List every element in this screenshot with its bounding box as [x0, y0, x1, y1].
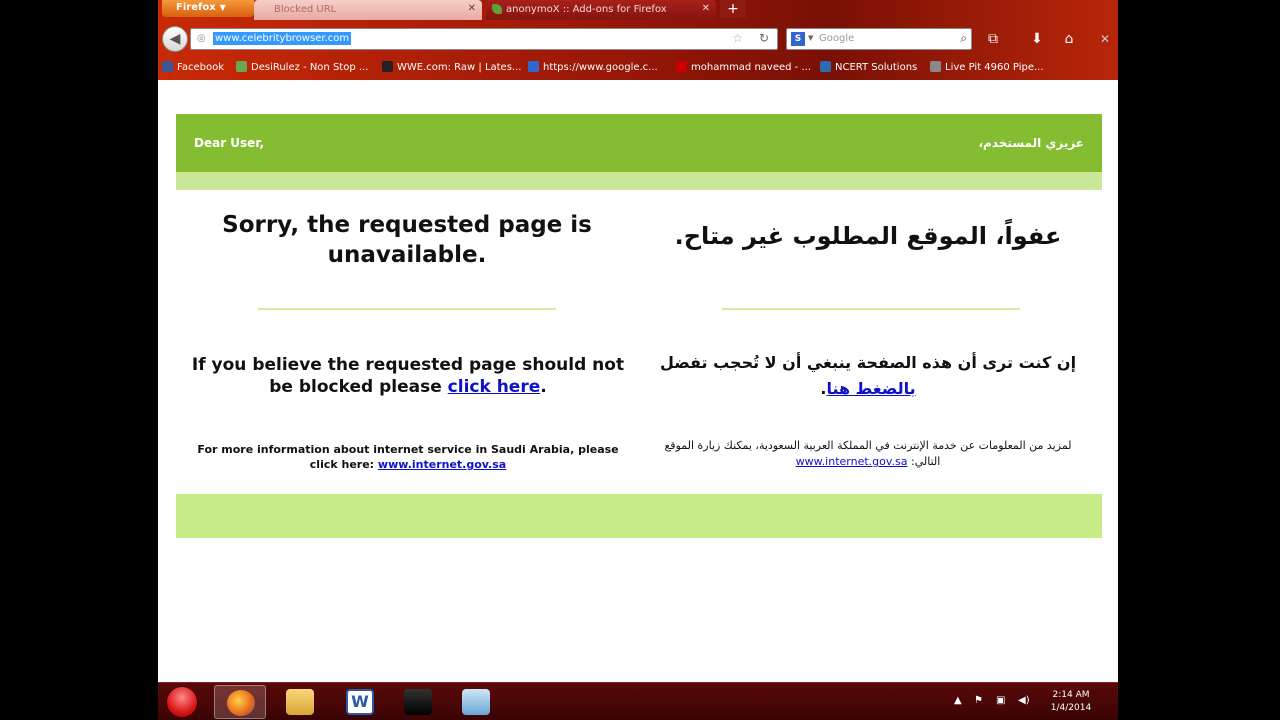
close-icon[interactable]: ✕ — [702, 3, 710, 14]
header-strip — [176, 172, 1102, 190]
screenshot-icon[interactable]: ⧉ — [982, 28, 1004, 50]
header-banner — [176, 114, 1102, 172]
clock-time: 2:14 AM — [1052, 690, 1090, 700]
tab-title: anonymoX :: Add-ons for Firefox — [506, 4, 667, 15]
unblock-request-english: If you believe the requested page should… — [191, 355, 625, 397]
browser-chrome: Firefox ▼ Blocked URL ✕ anonymoX :: Add-o… — [158, 0, 1118, 80]
browser-window: Firefox ▼ Blocked URL ✕ anonymoX :: Add-o… — [158, 0, 1118, 720]
back-arrow-icon: ◀ — [169, 31, 181, 47]
tab-anonymox[interactable]: anonymoX :: Add-ons for Firefox ✕ — [486, 0, 716, 20]
tab-bar: Firefox ▼ Blocked URL ✕ anonymoX :: Add-o… — [158, 0, 1118, 20]
action-center-flag-icon[interactable]: ⚑ — [974, 695, 983, 706]
bookmark-facebook[interactable]: Facebook — [162, 61, 224, 73]
info-english: For more information about internet serv… — [197, 443, 619, 471]
new-tab-button[interactable]: + — [720, 0, 746, 18]
bookmark-livepit[interactable]: Live Pit 4960 Pipe... — [930, 61, 1044, 73]
tab-title: Blocked URL — [274, 4, 337, 15]
taskbar-word[interactable]: W — [334, 685, 386, 719]
taskbar-media-app[interactable] — [392, 685, 444, 719]
chevron-down-icon[interactable]: ▼ — [808, 34, 813, 42]
page-title-arabic: عفواً، الموقع المطلوب غير متاح. — [674, 222, 1062, 250]
bookmarks-toolbar: Facebook DesiRulez - Non Stop ... WWE.co… — [158, 58, 1118, 78]
close-icon[interactable]: ✕ — [1094, 28, 1116, 50]
click-here-link[interactable]: click here — [448, 377, 541, 397]
internet-gov-link[interactable]: www.internet.gov.sa — [378, 458, 506, 471]
back-button[interactable]: ◀ — [162, 26, 188, 52]
download-icon[interactable]: ⬇ — [1026, 28, 1048, 50]
info-arabic: لمزيد من المعلومات عن خدمة الإنترنت في ا… — [664, 439, 1072, 468]
taskbar: W ▲ ⚑ ▣ ◀) 2:14 AM 1/4/2014 — [158, 682, 1118, 720]
greeting-english: Dear User, — [194, 136, 265, 150]
page-title-english: Sorry, the requested page is unavailable… — [222, 212, 592, 268]
taskbar-firefox[interactable] — [214, 685, 266, 719]
notepad-icon — [462, 689, 490, 715]
footer-bar — [176, 494, 1102, 538]
bookmark-wwe[interactable]: WWE.com: Raw | Lates... — [382, 61, 521, 73]
youtube-icon — [676, 61, 687, 72]
word-icon: W — [346, 689, 374, 715]
search-placeholder[interactable]: Google — [819, 33, 854, 44]
url-text[interactable]: www.celebritybrowser.com — [213, 32, 352, 45]
network-icon[interactable]: ▣ — [996, 695, 1005, 706]
livepit-icon — [930, 61, 941, 72]
taskbar-notepad[interactable] — [450, 685, 502, 719]
wwe-icon — [382, 61, 393, 72]
bookmark-desirulez[interactable]: DesiRulez - Non Stop ... — [236, 61, 368, 73]
desirulez-icon — [236, 61, 247, 72]
blocked-page: Dear User, عزيزي المستخدم، Sorry, the re… — [158, 80, 1118, 682]
search-icon[interactable]: ⌕ — [960, 31, 967, 46]
tab-blocked-url[interactable]: Blocked URL ✕ — [254, 0, 482, 20]
internet-gov-link-arabic[interactable]: www.internet.gov.sa — [796, 455, 908, 468]
star-icon[interactable]: ☆ — [732, 31, 743, 45]
home-icon[interactable]: ⌂ — [1058, 28, 1080, 50]
navigation-bar: ◀ ◎ www.celebritybrowser.com ☆ ↻ S ▼ Goo… — [158, 22, 1118, 54]
folder-icon — [286, 689, 314, 715]
url-bar[interactable]: ◎ www.celebritybrowser.com ☆ ↻ — [190, 28, 778, 50]
click-here-link-arabic[interactable]: بالضغط هنا — [826, 379, 915, 398]
firefox-menu-label: Firefox — [176, 2, 216, 13]
reload-icon[interactable]: ↻ — [759, 31, 769, 45]
unblock-request-arabic: إن كنت ترى أن هذه الصفحة ينبغي أن لا تُح… — [659, 353, 1077, 398]
divider — [722, 308, 1020, 310]
divider — [258, 308, 556, 310]
google-icon — [528, 61, 539, 72]
addon-favicon-icon — [492, 4, 502, 14]
bookmark-youtube[interactable]: mohammad naveed - ... — [676, 61, 811, 73]
search-bar[interactable]: S ▼ Google ⌕ — [786, 28, 972, 50]
clock-date: 1/4/2014 — [1050, 703, 1092, 713]
chevron-down-icon: ▼ — [219, 3, 226, 12]
bookmark-google[interactable]: https://www.google.c... — [528, 61, 658, 73]
close-icon[interactable]: ✕ — [468, 3, 476, 14]
ncert-icon — [820, 61, 831, 72]
greeting-arabic: عزيزي المستخدم، — [978, 136, 1084, 150]
start-button[interactable] — [166, 686, 198, 718]
taskbar-explorer[interactable] — [274, 685, 326, 719]
firefox-menu-button[interactable]: Firefox ▼ — [162, 0, 254, 17]
volume-icon[interactable]: ◀) — [1018, 695, 1030, 706]
show-hidden-icons-icon[interactable]: ▲ — [954, 695, 962, 706]
search-engine-icon[interactable]: S — [791, 32, 805, 46]
bookmark-ncert[interactable]: NCERT Solutions — [820, 61, 917, 73]
firefox-icon — [227, 690, 255, 716]
media-app-icon — [404, 689, 432, 715]
system-clock[interactable]: 2:14 AM 1/4/2014 — [1042, 689, 1100, 715]
site-identity-icon[interactable]: ◎ — [197, 33, 209, 45]
facebook-icon — [162, 61, 173, 72]
